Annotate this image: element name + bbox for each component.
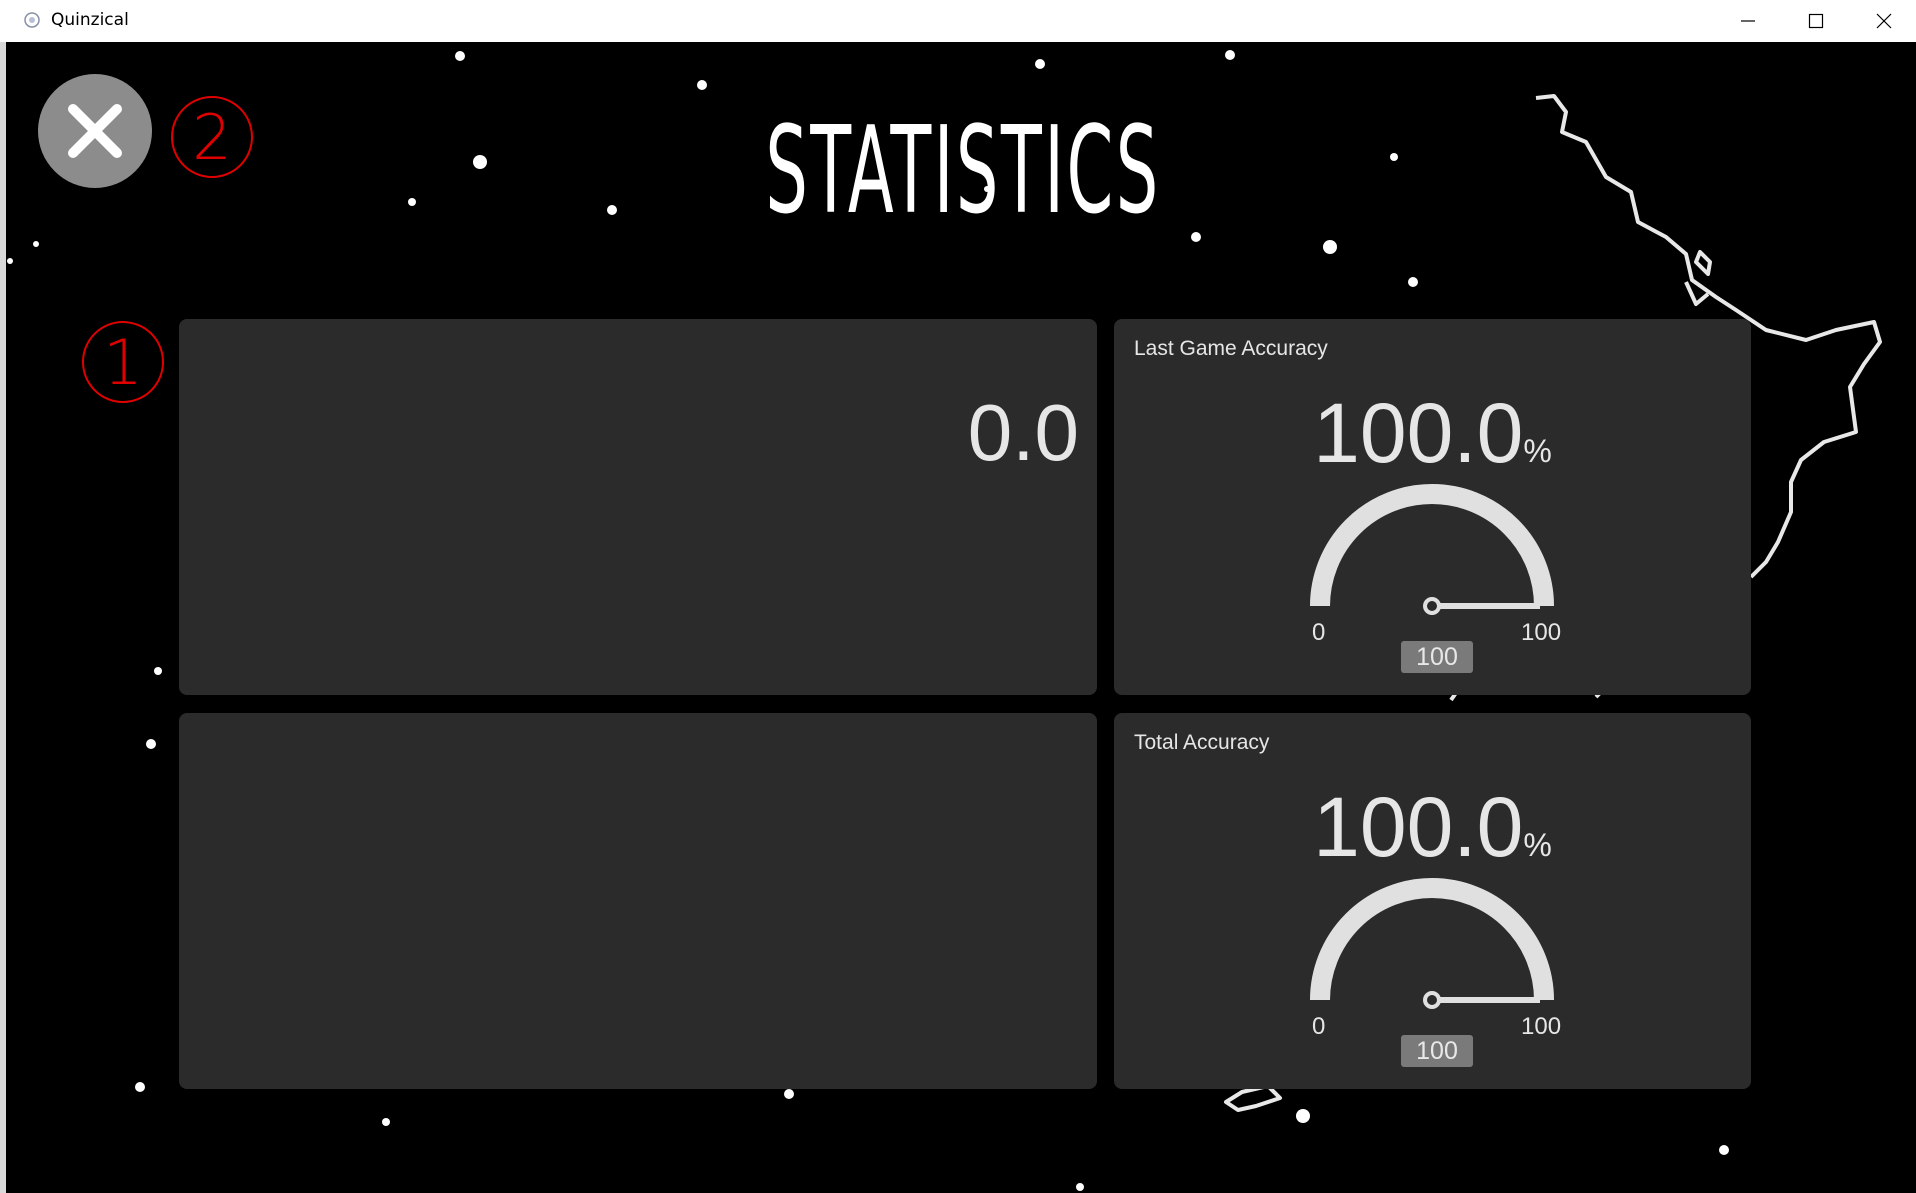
close-icon — [1876, 13, 1892, 29]
gauge-track — [1310, 878, 1554, 1001]
gauge-hub — [1423, 597, 1441, 615]
app-icon — [24, 12, 40, 28]
maximize-icon — [1808, 13, 1824, 29]
gauge-hub — [1423, 991, 1441, 1009]
minimize-icon — [1741, 20, 1755, 22]
gauge-max-label: 100 — [1521, 619, 1562, 646]
accuracy-gauge — [1310, 878, 1554, 1009]
title-bar[interactable]: Quinzical — [0, 0, 1916, 42]
winnings-tile: 0.0 — [179, 319, 1097, 695]
gauge-value-badge: 100 — [1401, 1035, 1473, 1067]
gauge-min-label: 0 — [1312, 619, 1326, 646]
back-button[interactable] — [38, 74, 152, 188]
annotation-marker-2: 2 — [171, 96, 253, 178]
accuracy-gauge — [1310, 484, 1554, 615]
gauge-fill-arc — [1310, 484, 1554, 607]
window-title: Quinzical — [51, 10, 129, 30]
minimize-button[interactable] — [1714, 0, 1782, 42]
winnings-value: 0.0 — [967, 388, 1079, 477]
annotation-marker-1: 1 — [82, 321, 164, 403]
close-icon — [68, 104, 122, 158]
gauge-value-badge: 100 — [1401, 641, 1473, 673]
last-game-accuracy-tile: Last Game Accuracy 100.0% 0 100 100 — [1114, 319, 1751, 695]
close-window-button[interactable] — [1850, 0, 1916, 42]
total-accuracy-tile: Total Accuracy 100.0% 0 100 100 — [1114, 713, 1751, 1089]
statistics-screen: 2 1 STATISTICS 0.0 Last Game Accuracy 10… — [6, 42, 1916, 1193]
gauge-max-label: 100 — [1521, 1013, 1562, 1040]
maximize-button[interactable] — [1782, 0, 1850, 42]
page-title: STATISTICS — [765, 102, 1161, 241]
gauge-min-label: 0 — [1312, 1013, 1326, 1040]
gauge-track — [1310, 484, 1554, 607]
gauge-fill-arc — [1310, 878, 1554, 1001]
empty-stat-tile — [179, 713, 1097, 1089]
